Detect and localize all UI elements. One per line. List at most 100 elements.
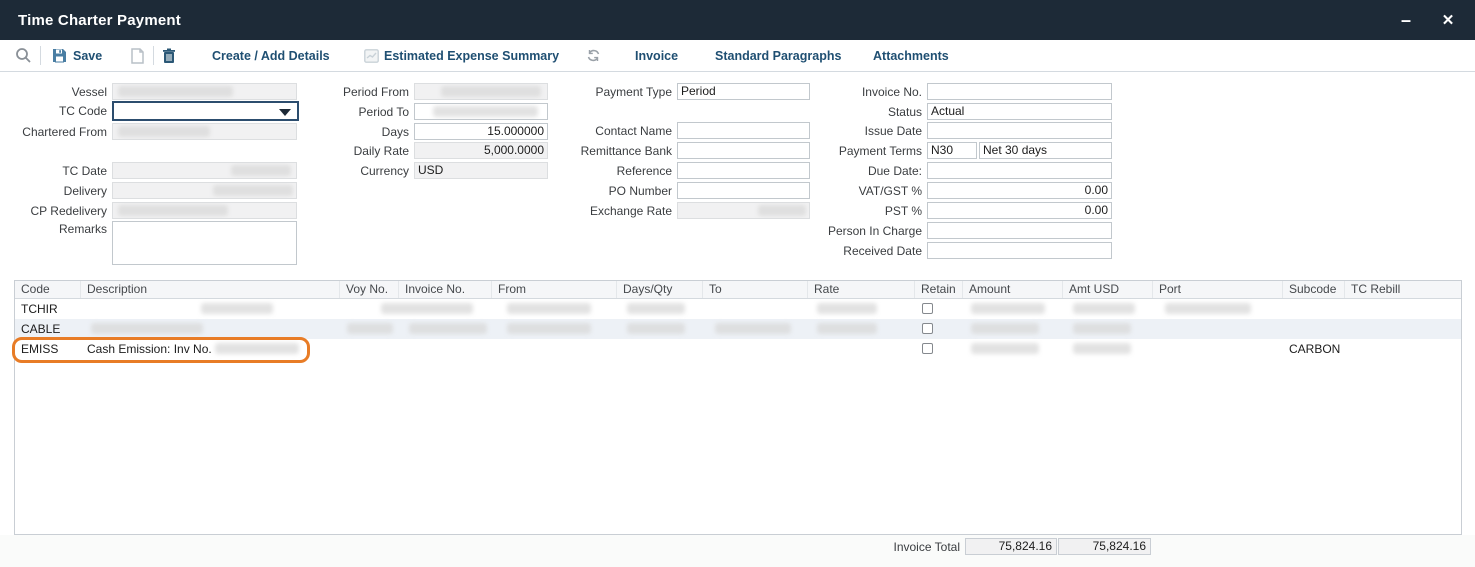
received-date-input[interactable] [927, 242, 1112, 259]
cp-redelivery-field-row: CP Redelivery [0, 202, 297, 219]
retain-checkbox[interactable] [922, 323, 933, 334]
redacted-value [758, 205, 806, 216]
currency-field-row: Currency USD [302, 162, 548, 179]
redacted-value [1073, 303, 1135, 314]
po-number-input[interactable] [677, 182, 810, 199]
column-header-to: To [703, 281, 808, 298]
redacted-value [381, 303, 473, 314]
payment-type-input[interactable]: Period [677, 83, 810, 100]
pst-field-row: PST % 0.00 [805, 202, 1112, 219]
save-button[interactable]: Save [52, 40, 102, 71]
retain-checkbox[interactable] [922, 343, 933, 354]
attachments-button[interactable]: Attachments [873, 40, 949, 71]
close-button[interactable]: ✕ [1431, 0, 1465, 40]
redacted-value [118, 205, 228, 216]
payment-terms-desc-input[interactable]: Net 30 days [979, 142, 1112, 159]
toolbar: Save Create / Add Details Estimated Expe… [0, 40, 1475, 72]
chartered-from-input [112, 123, 297, 140]
days-field-row: Days 15.000000 [302, 123, 548, 140]
refresh-button[interactable] [586, 40, 601, 71]
copy-document-button[interactable] [131, 40, 144, 71]
save-icon [52, 48, 67, 63]
invoice-no-input[interactable] [927, 83, 1112, 100]
tc-date-input [112, 162, 297, 179]
period-from-label: Period From [302, 84, 409, 100]
window-title: Time Charter Payment [18, 12, 181, 29]
payment-terms-label: Payment Terms [805, 143, 922, 159]
search-button[interactable] [15, 40, 32, 71]
cp-redelivery-input [112, 202, 297, 219]
pst-input[interactable]: 0.00 [927, 202, 1112, 219]
tc-code-field-row: TC Code [0, 101, 299, 121]
trash-icon [162, 48, 176, 64]
column-header-description: Description [81, 281, 340, 298]
delete-button[interactable] [162, 40, 176, 71]
redacted-value [201, 303, 273, 314]
redacted-value [91, 323, 203, 334]
redacted-value [627, 323, 685, 334]
cell-code: TCHIR [21, 302, 58, 316]
tc-date-label: TC Date [0, 163, 107, 179]
received-date-label: Received Date [805, 243, 922, 259]
remittance-bank-input[interactable] [677, 142, 810, 159]
due-date-input[interactable] [927, 162, 1112, 179]
exchange-rate-label: Exchange Rate [555, 203, 672, 219]
estimated-expense-summary-label: Estimated Expense Summary [384, 49, 559, 63]
payment-terms-code-input[interactable]: N30 [927, 142, 977, 159]
standard-paragraphs-label: Standard Paragraphs [715, 49, 841, 63]
period-to-field-row: Period To [302, 103, 548, 120]
redacted-value [1165, 303, 1251, 314]
period-to-input[interactable] [414, 103, 548, 120]
column-header-invoice-no: Invoice No. [399, 281, 492, 298]
reference-input[interactable] [677, 162, 810, 179]
contact-name-input[interactable] [677, 122, 810, 139]
redacted-value [231, 165, 291, 176]
tc-code-dropdown[interactable] [112, 101, 299, 121]
person-in-charge-field-row: Person In Charge [805, 222, 1112, 239]
cell-subcode: CARBON [1289, 342, 1340, 356]
column-header-retain: Retain [915, 281, 963, 298]
po-number-field-row: PO Number [555, 182, 810, 199]
cell-description: Cash Emission: Inv No. [87, 342, 212, 356]
days-input[interactable]: 15.000000 [414, 123, 548, 140]
minimize-button[interactable]: – [1389, 0, 1423, 40]
search-icon [15, 47, 32, 64]
title-bar: Time Charter Payment – ✕ [0, 0, 1475, 40]
estimated-expense-summary-button[interactable]: Estimated Expense Summary [364, 40, 559, 71]
redacted-value [627, 303, 685, 314]
person-in-charge-input[interactable] [927, 222, 1112, 239]
chart-icon [364, 49, 379, 63]
toolbar-separator [40, 46, 41, 65]
tc-date-field-row: TC Date [0, 162, 297, 179]
daily-rate-input: 5,000.0000 [414, 142, 548, 159]
remarks-label: Remarks [0, 221, 107, 237]
chartered-from-field-row: Chartered From [0, 123, 297, 140]
issue-date-input[interactable] [927, 122, 1112, 139]
status-input[interactable]: Actual [927, 103, 1112, 120]
column-header-from: From [492, 281, 617, 298]
create-add-details-button[interactable]: Create / Add Details [212, 40, 330, 71]
vat-gst-input[interactable]: 0.00 [927, 182, 1112, 199]
column-header-amt-usd: Amt USD [1063, 281, 1153, 298]
invoice-button[interactable]: Invoice [635, 40, 678, 71]
redacted-value [507, 323, 591, 334]
redacted-value [118, 126, 210, 137]
column-header-amount: Amount [963, 281, 1063, 298]
remarks-textarea[interactable] [112, 221, 297, 265]
invoice-total-label: Invoice Total [852, 540, 960, 554]
standard-paragraphs-button[interactable]: Standard Paragraphs [715, 40, 841, 71]
reference-field-row: Reference [555, 162, 810, 179]
table-row[interactable]: EMISS Cash Emission: Inv No. CARBON [15, 339, 1461, 359]
vessel-field-row: Vessel [0, 83, 297, 100]
daily-rate-field-row: Daily Rate 5,000.0000 [302, 142, 548, 159]
retain-checkbox[interactable] [922, 303, 933, 314]
received-date-field-row: Received Date [805, 242, 1112, 259]
chevron-down-icon [279, 109, 291, 116]
table-row[interactable]: CABLE [15, 319, 1461, 339]
column-header-subcode: Subcode [1283, 281, 1345, 298]
delivery-input [112, 182, 297, 199]
chartered-from-label: Chartered From [0, 124, 107, 140]
table-row[interactable]: TCHIR [15, 299, 1461, 319]
redacted-value [347, 323, 393, 334]
toolbar-separator [153, 46, 154, 65]
